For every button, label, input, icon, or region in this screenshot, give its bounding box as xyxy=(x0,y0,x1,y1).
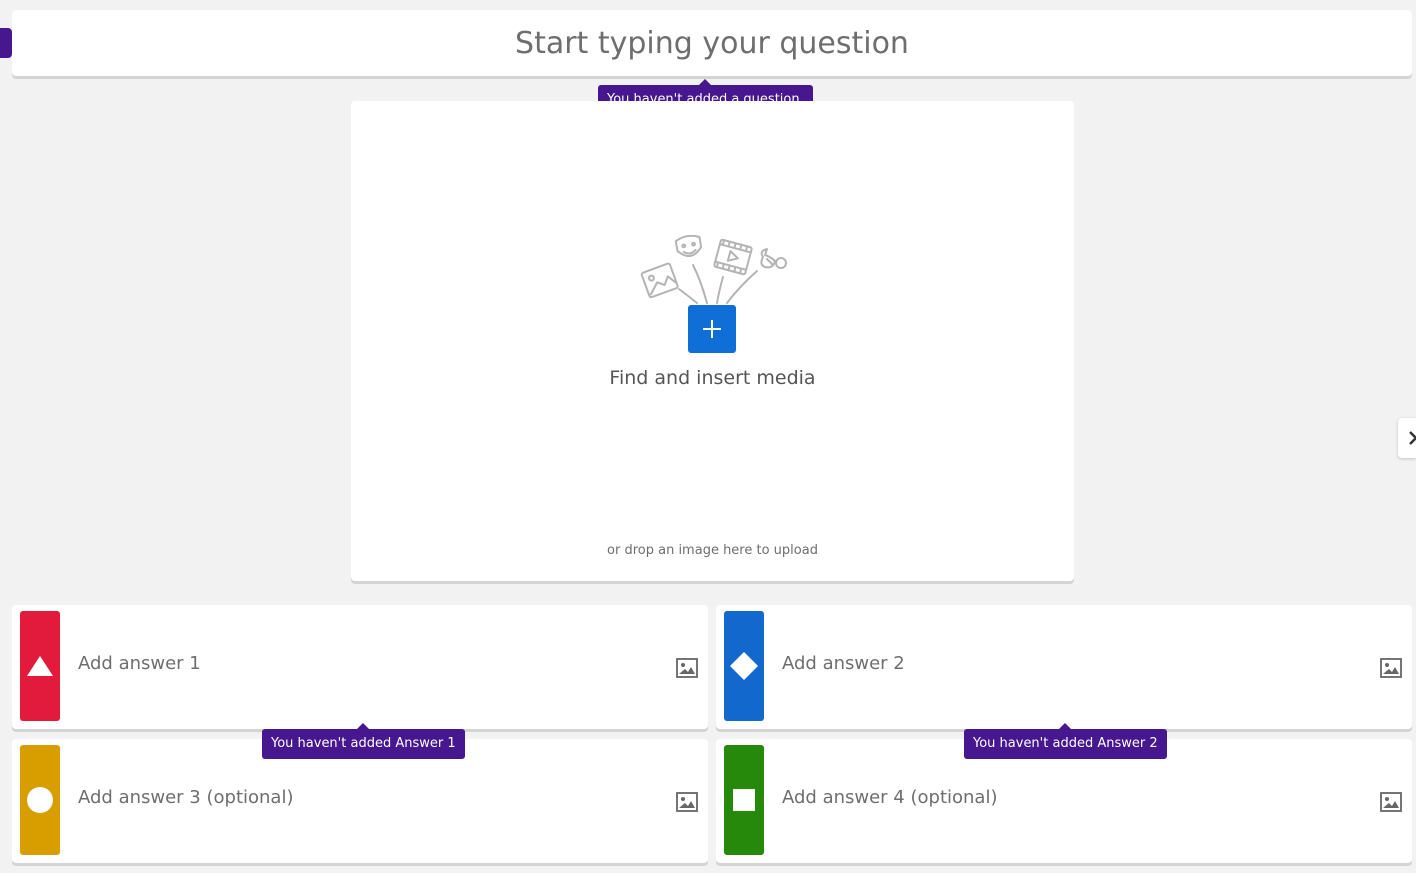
insert-media-button[interactable] xyxy=(688,305,736,353)
square-icon xyxy=(733,789,755,811)
media-illustration-icon xyxy=(640,235,787,304)
answer-2-input[interactable] xyxy=(780,652,1360,675)
answer-4-input[interactable] xyxy=(780,786,1360,809)
left-panel-tab[interactable] xyxy=(0,28,12,58)
answer-3-color-block xyxy=(20,745,60,855)
answer-1-color-block xyxy=(20,611,60,721)
answer-1-input[interactable] xyxy=(76,652,656,675)
plus-icon xyxy=(703,320,721,338)
diamond-icon xyxy=(730,652,758,680)
question-bar xyxy=(12,10,1412,76)
answer-3-input[interactable] xyxy=(76,786,656,809)
answer-2-tooltip: You haven't added Answer 2 xyxy=(964,723,1167,759)
insert-media-label[interactable]: Find and insert media xyxy=(351,367,1074,389)
answer-4-color-block xyxy=(724,745,764,855)
image-icon[interactable] xyxy=(1380,792,1402,812)
image-icon[interactable] xyxy=(676,792,698,812)
question-input[interactable] xyxy=(12,24,1412,62)
answer-card-1 xyxy=(12,605,708,729)
answer-2-color-block xyxy=(724,611,764,721)
right-panel-toggle[interactable] xyxy=(1398,418,1416,458)
image-icon[interactable] xyxy=(1380,658,1402,678)
triangle-icon xyxy=(27,656,53,676)
answer-1-tooltip: You haven't added Answer 1 xyxy=(262,723,465,759)
circle-icon xyxy=(27,787,53,813)
answer-card-2 xyxy=(716,605,1412,729)
drop-image-hint: or drop an image here to upload xyxy=(607,543,818,558)
chevron-right-icon xyxy=(1409,431,1416,445)
media-panel[interactable]: Find and insert media or drop an image h… xyxy=(351,101,1074,581)
image-icon[interactable] xyxy=(676,658,698,678)
